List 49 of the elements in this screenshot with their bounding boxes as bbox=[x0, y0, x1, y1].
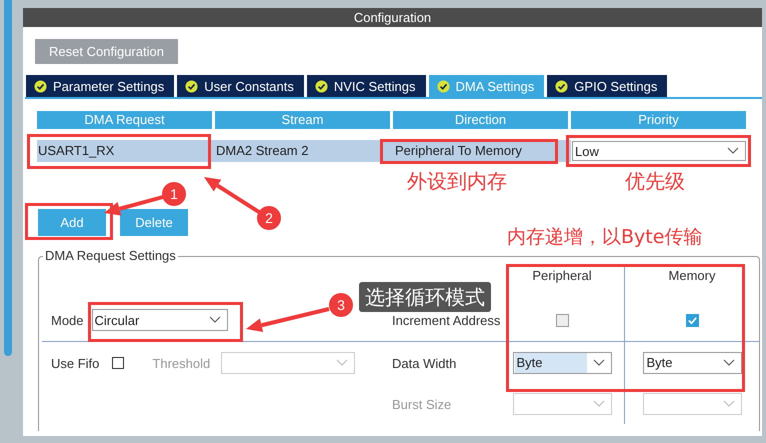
check-circle-icon bbox=[185, 80, 198, 92]
table-cell: USART1_RX bbox=[37, 140, 215, 162]
column-header: DMA Request bbox=[37, 111, 212, 129]
column-header: Stream bbox=[215, 111, 390, 129]
burst-size-dropdown[interactable] bbox=[512, 393, 612, 415]
checkbox[interactable] bbox=[112, 357, 124, 369]
column-header: Direction bbox=[393, 111, 568, 129]
mode-dropdown[interactable]: Circular bbox=[92, 309, 228, 331]
check-circle-icon bbox=[436, 80, 450, 92]
window-title: Configuration bbox=[23, 8, 762, 27]
caret-icon bbox=[722, 400, 734, 408]
check-circle-icon bbox=[314, 80, 328, 92]
caret-icon bbox=[592, 400, 604, 408]
threshold-label: Threshold bbox=[152, 356, 210, 370]
tab[interactable]: User Constants bbox=[177, 75, 304, 97]
threshold-dropdown[interactable] bbox=[221, 352, 356, 374]
column-header: Memory bbox=[624, 265, 759, 299]
caret-icon bbox=[722, 359, 734, 367]
burst-size-label: Burst Size bbox=[392, 396, 452, 412]
group-title: DMA Request Settings bbox=[43, 248, 178, 263]
column-header: Priority bbox=[571, 111, 746, 129]
column-header: Peripheral bbox=[531, 267, 593, 285]
checkbox[interactable] bbox=[686, 314, 698, 326]
caret-icon bbox=[208, 316, 221, 324]
mode-label: Mode bbox=[51, 312, 84, 328]
tab[interactable]: GPIO Settings bbox=[547, 75, 668, 97]
data-width-dropdown[interactable]: Byte bbox=[512, 352, 612, 374]
arrow bbox=[204, 177, 260, 214]
increment-address-label: Increment Address bbox=[392, 312, 500, 328]
use-fifo-label: Use Fifo bbox=[51, 356, 100, 370]
table-cell: DMA2 Stream 2 bbox=[215, 140, 393, 162]
data-width-dropdown[interactable]: Byte bbox=[642, 352, 742, 374]
caret-icon bbox=[727, 147, 739, 155]
tab[interactable]: Parameter Settings bbox=[26, 75, 174, 97]
scrollbar[interactable] bbox=[4, 0, 12, 356]
caret-icon bbox=[336, 359, 348, 367]
tooltip: 选择循环模式 bbox=[359, 282, 491, 312]
annotation-note: 优先级 bbox=[625, 168, 685, 195]
data-width-label: Data Width bbox=[392, 356, 456, 370]
check-circle-icon bbox=[34, 80, 47, 92]
arrow bbox=[104, 195, 164, 216]
annotation-note: 内存递增，以Byte传输 bbox=[507, 225, 702, 250]
caret-icon bbox=[592, 359, 604, 367]
burst-size-dropdown[interactable] bbox=[642, 393, 742, 415]
check-circle-icon bbox=[555, 80, 568, 92]
tab[interactable]: NVIC Settings bbox=[306, 75, 426, 97]
priority-dropdown[interactable]: Low bbox=[572, 141, 746, 161]
annotation-note: 外设到内存 bbox=[407, 168, 507, 195]
checkbox[interactable] bbox=[556, 314, 568, 326]
